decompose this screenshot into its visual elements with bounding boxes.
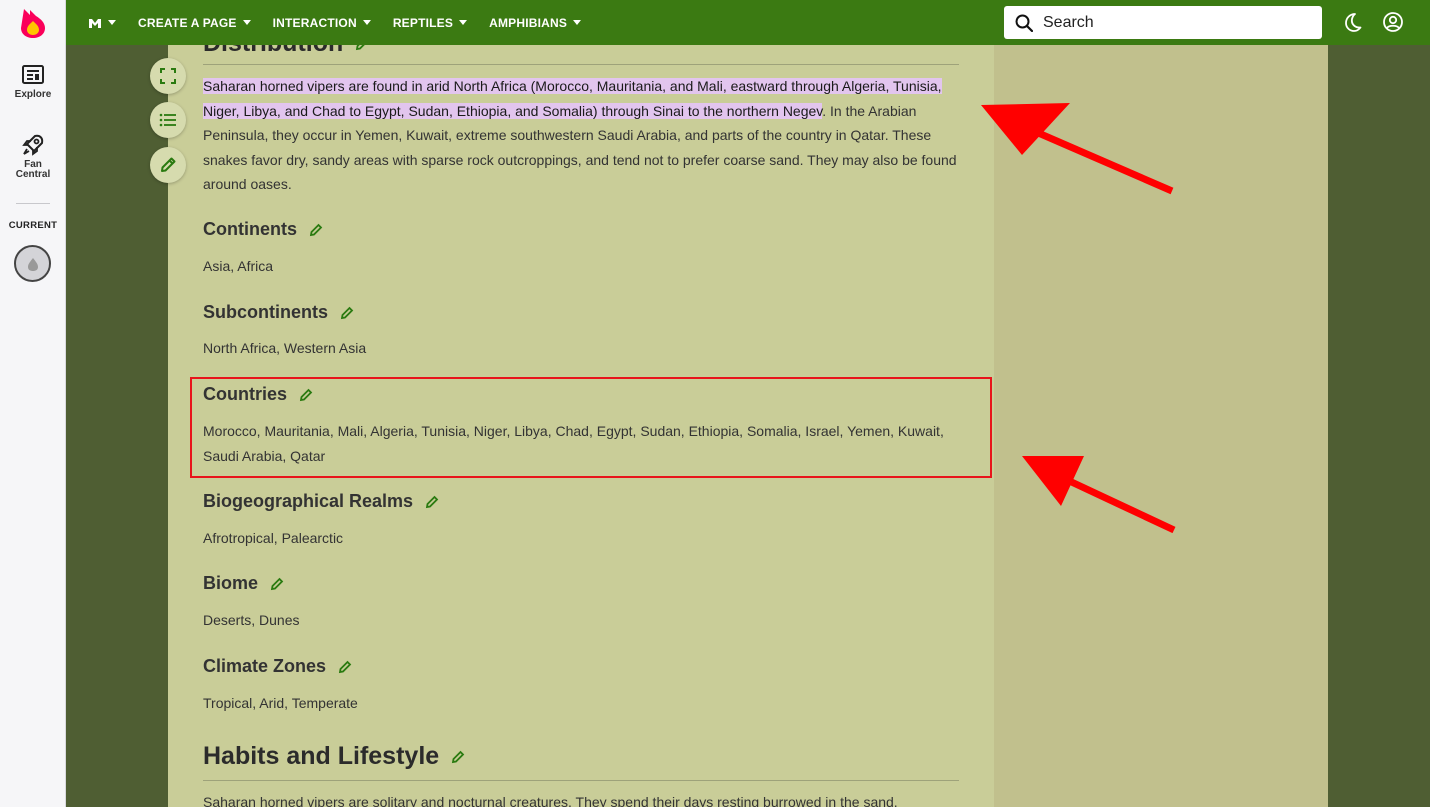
user-account-icon[interactable] bbox=[1382, 11, 1404, 33]
fandom-logo-icon[interactable] bbox=[19, 7, 47, 39]
subcontinents-text: North Africa, Western Asia bbox=[203, 340, 367, 356]
annotation-arrow-icon bbox=[981, 103, 1174, 195]
wiki-nav: CREATE A PAGE INTERACTION REPTILES AMPHI… bbox=[88, 0, 603, 45]
distribution-heading: Distribution bbox=[203, 45, 369, 58]
continents-heading: Continents bbox=[203, 219, 323, 240]
edit-section-icon[interactable] bbox=[340, 306, 354, 320]
expand-icon bbox=[160, 68, 176, 84]
fan-central-button[interactable]: Fan Central bbox=[0, 133, 66, 180]
nav-reptiles[interactable]: REPTILES bbox=[392, 15, 468, 30]
wiki-home-icon bbox=[89, 18, 101, 28]
nav-amphibians[interactable]: AMPHIBIANS bbox=[489, 15, 582, 30]
chevron-down-icon bbox=[573, 20, 582, 25]
chevron-down-icon bbox=[362, 20, 371, 25]
fullscreen-button[interactable] bbox=[150, 58, 186, 94]
chevron-down-icon bbox=[242, 20, 251, 25]
chevron-down-icon bbox=[108, 20, 116, 25]
nav-label: AMPHIBIANS bbox=[489, 15, 568, 30]
heading-rule bbox=[203, 64, 959, 65]
rocket-icon bbox=[22, 134, 44, 156]
distribution-paragraph: Saharan horned vipers are found in arid … bbox=[203, 74, 959, 197]
biogeographical-realms-text: Afrotropical, Palearctic bbox=[203, 530, 344, 546]
heading-text: Subcontinents bbox=[203, 302, 328, 322]
habits-text: Saharan horned vipers are solitary and n… bbox=[203, 794, 898, 807]
annotation-arrow-icon bbox=[1022, 456, 1176, 534]
list-icon bbox=[159, 113, 176, 127]
search-icon bbox=[1015, 14, 1033, 32]
heading-text: Habits and Lifestyle bbox=[203, 742, 440, 770]
heading-rule bbox=[203, 780, 959, 781]
climate-zones-heading: Climate Zones bbox=[203, 656, 352, 677]
heading-text: Biome bbox=[203, 573, 259, 593]
biome-text: Deserts, Dunes bbox=[203, 612, 300, 628]
explore-label: Explore bbox=[14, 89, 52, 100]
top-navigation-bar: CREATE A PAGE INTERACTION REPTILES AMPHI… bbox=[66, 0, 1430, 45]
biogeographical-realms-heading: Biogeographical Realms bbox=[203, 491, 439, 512]
edit-page-button[interactable] bbox=[150, 147, 186, 183]
current-label: CURRENT bbox=[8, 220, 58, 231]
pencil-icon bbox=[161, 157, 176, 172]
continents-text: Asia, Africa bbox=[203, 258, 274, 274]
nav-label: INTERACTION bbox=[272, 15, 357, 30]
search-placeholder: Search bbox=[1043, 13, 1094, 31]
edit-section-icon[interactable] bbox=[270, 577, 284, 591]
current-wiki-avatar[interactable] bbox=[14, 245, 51, 282]
search-input[interactable]: Search bbox=[1004, 6, 1322, 39]
heading-text: Continents bbox=[203, 219, 297, 239]
table-of-contents-button[interactable] bbox=[150, 102, 186, 138]
heading-text: Distribution bbox=[203, 45, 343, 58]
explore-icon bbox=[22, 65, 44, 84]
nav-interaction[interactable]: INTERACTION bbox=[273, 16, 371, 30]
rail-divider bbox=[16, 203, 50, 204]
biome-heading: Biome bbox=[203, 573, 284, 594]
edit-section-icon[interactable] bbox=[355, 45, 369, 51]
nav-label: CREATE A PAGE bbox=[138, 15, 237, 30]
wiki-flame-icon bbox=[27, 257, 38, 271]
annotation-highlight-box bbox=[190, 377, 992, 478]
subcontinents-heading: Subcontinents bbox=[203, 302, 354, 323]
nav-label: REPTILES bbox=[392, 15, 454, 30]
habits-heading: Habits and Lifestyle bbox=[203, 742, 465, 771]
edit-section-icon[interactable] bbox=[425, 495, 439, 509]
climate-zones-text: Tropical, Arid, Temperate bbox=[203, 695, 358, 711]
heading-text: Climate Zones bbox=[203, 656, 327, 676]
global-nav-rail: Explore Fan Central CURRENT bbox=[0, 0, 66, 807]
fan-central-label-line2: Central bbox=[15, 169, 51, 180]
edit-section-icon[interactable] bbox=[451, 750, 465, 764]
edit-section-icon[interactable] bbox=[309, 223, 323, 237]
chevron-down-icon bbox=[459, 20, 468, 25]
explore-button[interactable]: Explore bbox=[0, 64, 66, 100]
wiki-home-menu[interactable] bbox=[88, 17, 116, 29]
heading-text: Biogeographical Realms bbox=[203, 491, 414, 511]
dark-mode-moon-icon[interactable] bbox=[1341, 11, 1363, 33]
nav-create-a-page[interactable]: CREATE A PAGE bbox=[138, 16, 251, 30]
edit-section-icon[interactable] bbox=[338, 660, 352, 674]
